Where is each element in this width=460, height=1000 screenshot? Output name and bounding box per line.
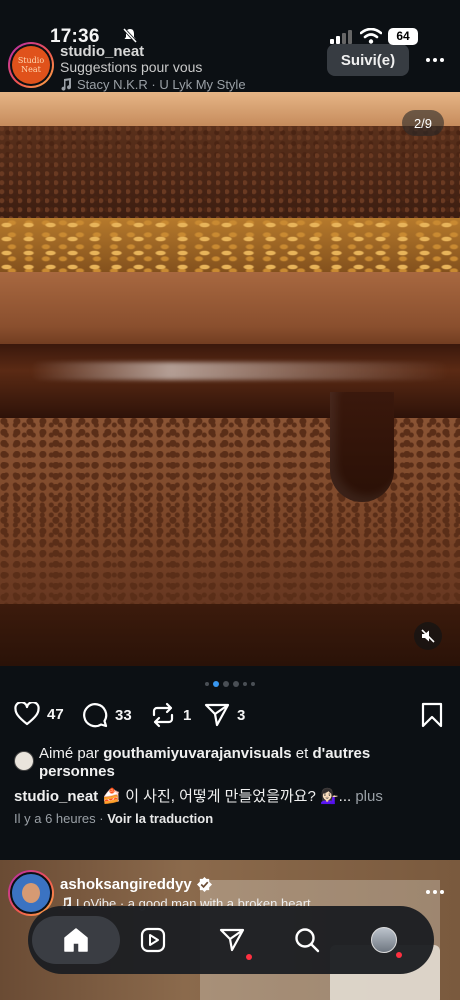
avatar[interactable]: Studio Neat bbox=[8, 42, 54, 88]
suggestion-label: Suggestions pour vous bbox=[60, 59, 203, 75]
chocolate-drip bbox=[330, 392, 394, 502]
signal-icon bbox=[330, 30, 352, 44]
caption-text: 🍰 이 사진, 어떻게 만들었을까요? 💁🏻‍♀️... bbox=[98, 788, 352, 805]
send-icon bbox=[204, 703, 230, 727]
status-time: 17:36 bbox=[50, 26, 100, 47]
share-count: 3 bbox=[237, 706, 246, 724]
wifi-icon bbox=[360, 28, 382, 44]
liker-avatar bbox=[14, 751, 34, 771]
share-button[interactable]: 3 bbox=[204, 702, 245, 728]
following-button[interactable]: Suivi(e) bbox=[327, 44, 409, 76]
timestamp: Il y a 6 heures bbox=[14, 811, 96, 826]
profile-avatar bbox=[371, 927, 397, 953]
caption-more-link[interactable]: plus bbox=[351, 788, 383, 805]
translate-link[interactable]: Voir la traduction bbox=[107, 811, 213, 826]
avatar-logo: Studio Neat bbox=[12, 46, 50, 84]
messages-icon bbox=[219, 928, 245, 952]
comment-count: 33 bbox=[115, 706, 132, 724]
nav-messages[interactable] bbox=[208, 916, 256, 964]
repost-icon bbox=[152, 702, 174, 728]
battery-indicator: 64 bbox=[388, 28, 418, 45]
comment-icon bbox=[83, 703, 108, 728]
like-count: 47 bbox=[47, 705, 64, 723]
cake-top-layer bbox=[0, 92, 460, 128]
nav-profile[interactable] bbox=[360, 916, 408, 964]
liked-by-user[interactable]: gouthamiyuvarajanvisuals bbox=[103, 745, 291, 762]
carousel-indicator bbox=[0, 681, 460, 687]
comment-button[interactable]: 33 bbox=[82, 702, 132, 728]
next-post-username: ashoksangireddyy bbox=[60, 876, 192, 893]
post-image[interactable]: 2/9 bbox=[0, 92, 460, 666]
home-icon bbox=[64, 928, 88, 952]
status-bar: 17:36 64 bbox=[0, 0, 460, 47]
search-icon bbox=[295, 928, 320, 953]
post-meta: Il y a 6 heures · Voir la traduction bbox=[14, 811, 213, 826]
image-counter: 2/9 bbox=[402, 110, 444, 136]
bell-muted-icon bbox=[122, 27, 138, 43]
cake-base-layer bbox=[0, 604, 460, 666]
ganache-shine bbox=[30, 362, 450, 380]
music-info[interactable]: Stacy N.K.R · U Lyk My Style bbox=[60, 77, 246, 92]
nav-reels[interactable] bbox=[129, 916, 177, 964]
meta-separator: · bbox=[95, 811, 108, 826]
save-button[interactable] bbox=[421, 702, 443, 733]
liked-by-suffix: et bbox=[291, 745, 313, 762]
bottom-navigation bbox=[28, 906, 434, 974]
caption-username[interactable]: studio_neat bbox=[14, 788, 98, 805]
nav-search[interactable] bbox=[283, 916, 331, 964]
repost-button[interactable]: 1 bbox=[150, 702, 191, 728]
next-post-username-row[interactable]: ashoksangireddyy bbox=[60, 876, 212, 893]
liked-by[interactable]: Aimé par gouthamiyuvarajanvisuals et d'a… bbox=[14, 745, 434, 781]
music-note-icon bbox=[61, 78, 72, 91]
notification-dot bbox=[396, 952, 402, 958]
more-options-icon[interactable] bbox=[420, 882, 450, 902]
more-options-icon[interactable] bbox=[420, 50, 450, 70]
cake-mousse-layer bbox=[0, 272, 460, 350]
notification-dot bbox=[246, 954, 252, 960]
post-caption[interactable]: studio_neat 🍰 이 사진, 어떻게 만들었을까요? 💁🏻‍♀️...… bbox=[14, 785, 454, 806]
verified-badge-icon bbox=[196, 877, 212, 892]
music-label: Stacy N.K.R · U Lyk My Style bbox=[77, 77, 246, 92]
heart-icon bbox=[14, 702, 40, 726]
cake-sponge-layer bbox=[0, 126, 460, 226]
nav-home[interactable] bbox=[32, 916, 120, 964]
mute-icon[interactable] bbox=[414, 622, 442, 650]
reels-icon bbox=[140, 927, 166, 953]
cake-crunch-layer bbox=[0, 218, 460, 280]
bookmark-icon bbox=[421, 702, 443, 728]
action-bar: 47 33 1 3 bbox=[0, 700, 460, 730]
repost-count: 1 bbox=[183, 706, 192, 724]
liked-by-prefix: Aimé par bbox=[39, 745, 104, 762]
like-button[interactable]: 47 bbox=[14, 702, 64, 726]
